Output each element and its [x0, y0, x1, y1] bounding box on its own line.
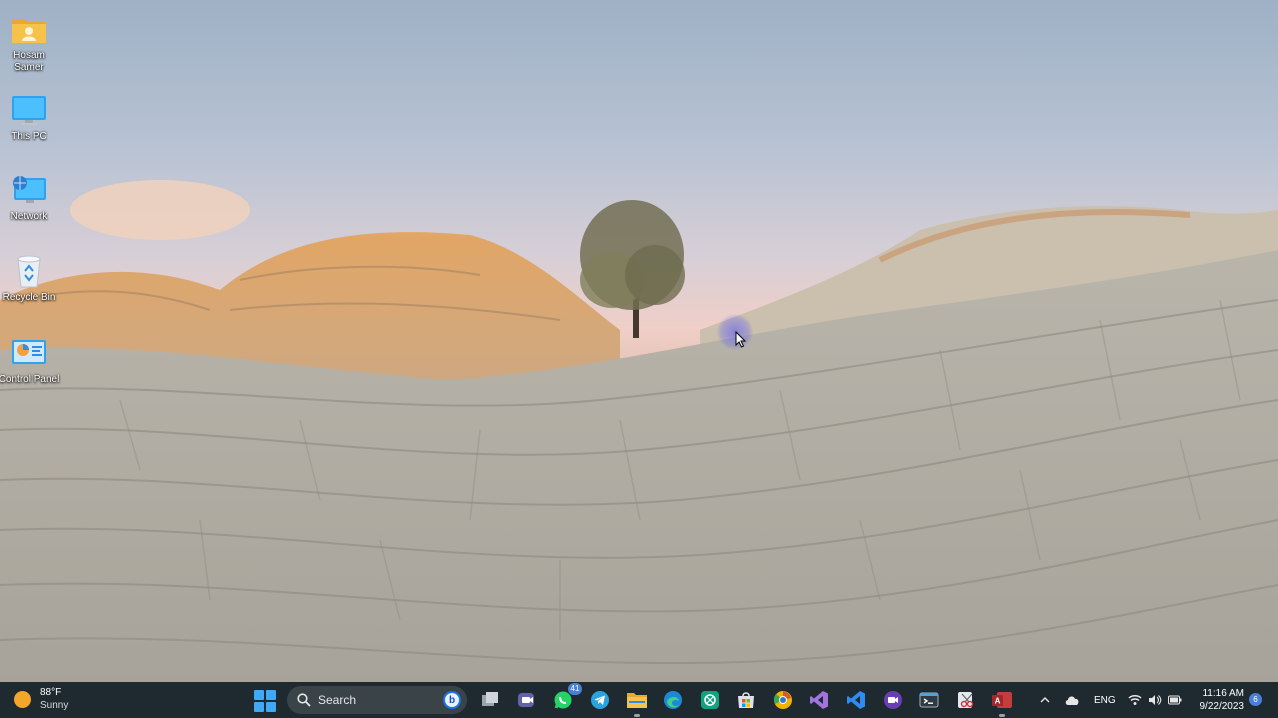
control-panel-icon: [10, 335, 48, 371]
chatgpt-icon: [701, 691, 719, 709]
microsoft-store-app[interactable]: [735, 689, 757, 711]
taskbar-search[interactable]: b: [287, 686, 467, 714]
desktop-icon-this-pc[interactable]: This PC: [0, 92, 59, 143]
snipping-tool-icon: [958, 692, 974, 708]
task-view-button[interactable]: [479, 689, 501, 711]
running-indicator: [999, 714, 1005, 717]
desktop-icon-label: This PC: [11, 131, 47, 142]
desktop-icon-label: Control Panel: [0, 374, 60, 385]
windows-logo-tile: [254, 690, 264, 700]
sun-icon: [14, 690, 31, 708]
store-icon: [738, 692, 754, 708]
snipping-tool-app[interactable]: [955, 689, 977, 711]
desktop-icon-network[interactable]: Network: [0, 172, 59, 223]
vs-code-app[interactable]: [845, 689, 867, 711]
wifi-icon[interactable]: [1128, 694, 1142, 706]
running-indicator: [634, 714, 640, 717]
user-folder-icon: [10, 11, 48, 47]
chrome-canary-app[interactable]: [772, 689, 794, 711]
visual-studio-icon: [810, 691, 828, 709]
show-hidden-icons-chevron-up-icon[interactable]: [1040, 695, 1050, 705]
chrome-canary-icon: [773, 691, 792, 709]
taskbar: 88°F Sunny b: [0, 682, 1278, 718]
terminal-icon: [919, 692, 939, 708]
clock-time: 11:16 AM: [1202, 688, 1244, 699]
visual-studio-app[interactable]: [808, 689, 830, 711]
access-app[interactable]: A: [991, 689, 1013, 717]
desktop-icon-control-panel[interactable]: Control Panel: [0, 335, 59, 386]
vs-code-icon: [847, 691, 865, 709]
desktop-icon-label: Network: [10, 211, 48, 222]
chatgpt-app[interactable]: [699, 689, 721, 711]
notification-count-badge[interactable]: 6: [1249, 693, 1262, 706]
desktop-icon-recycle-bin[interactable]: Recycle Bin: [0, 253, 59, 304]
start-button[interactable]: [254, 690, 276, 712]
task-view-icon: [482, 692, 498, 706]
recorder-icon: [884, 691, 902, 709]
desktop-icon-label: Recycle Bin: [2, 292, 56, 303]
clock-date: 9/22/2023: [1199, 701, 1245, 712]
search-input[interactable]: [318, 693, 438, 707]
windows-logo-tile: [266, 702, 276, 712]
desktop-icon-user-folder[interactable]: Hosam Samer: [0, 11, 59, 74]
edge-icon: [664, 691, 682, 709]
edge-app[interactable]: [662, 689, 684, 711]
unread-badge: 41: [568, 683, 582, 695]
access-icon: A: [992, 692, 1012, 708]
telegram-app[interactable]: [589, 689, 611, 711]
whatsapp-app[interactable]: 41: [552, 683, 582, 711]
weather-condition: Sunny: [40, 700, 69, 711]
language-indicator[interactable]: ENG: [1094, 695, 1116, 706]
search-icon: [297, 693, 311, 707]
file-explorer-app[interactable]: [626, 689, 648, 717]
battery-icon[interactable]: [1168, 695, 1182, 705]
bing-chat-icon[interactable]: b: [443, 691, 461, 709]
recycle-bin-icon: [10, 253, 48, 289]
mouse-cursor-icon: [735, 331, 747, 348]
folder-icon: [627, 693, 647, 708]
desktop-wallpaper: Hosam Samer This PC Network Recycle Bin …: [0, 0, 1278, 682]
monitor-icon: [10, 92, 48, 128]
screen-recorder-app[interactable]: [882, 689, 904, 711]
svg-text:A: A: [995, 697, 1001, 706]
teams-icon: [518, 693, 534, 707]
windows-logo-tile: [254, 702, 264, 712]
onedrive-cloud-icon[interactable]: [1064, 694, 1080, 706]
weather-widget[interactable]: 88°F Sunny: [14, 686, 68, 712]
desktop-icon-label: Hosam Samer: [13, 50, 45, 73]
taskbar-clock[interactable]: 11:16 AM 9/22/2023: [1192, 687, 1245, 713]
telegram-icon: [591, 691, 609, 709]
terminal-app[interactable]: [918, 689, 940, 711]
landscape-wallpaper: [0, 180, 1278, 682]
volume-icon[interactable]: [1148, 694, 1162, 706]
windows-logo-tile: [266, 690, 276, 700]
weather-temperature: 88°F: [40, 687, 62, 698]
teams-app[interactable]: [515, 689, 537, 711]
network-icon: [10, 172, 48, 208]
